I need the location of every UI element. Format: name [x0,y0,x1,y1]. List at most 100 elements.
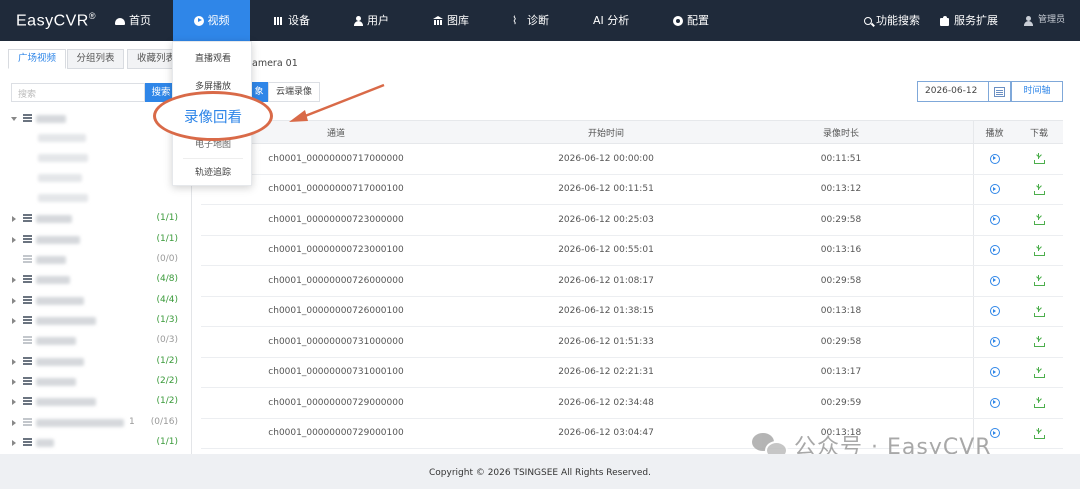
tree-child[interactable] [38,154,88,162]
nav-device[interactable]: 设备 [274,0,310,41]
download-icon[interactable] [1033,244,1045,256]
cell-duration: 00:13:17 [820,367,862,378]
expand-arrow-icon[interactable] [11,117,17,121]
download-icon[interactable] [1033,366,1045,378]
expand-arrow-icon[interactable] [12,420,16,426]
calendar-button[interactable] [989,81,1011,102]
download-icon[interactable] [1033,275,1045,287]
tree-node[interactable]: (1/1) [0,230,180,250]
table-row: ch0001_00000000717000000 2026-06-12 00:00… [201,144,1063,175]
nav-gallery[interactable]: 图库 [433,0,469,41]
download-icon[interactable] [1033,214,1045,226]
play-icon[interactable] [989,245,1000,256]
service-extend[interactable]: 服务扩展 [940,0,998,41]
expand-arrow-icon[interactable] [12,440,16,446]
play-icon[interactable] [989,306,1000,317]
cell-channel: ch0001_00000000731000000 [268,336,404,347]
cell-duration: 00:29:58 [820,214,862,225]
tree-child[interactable] [38,174,82,182]
cell-play [973,327,1015,357]
home-icon [115,16,125,26]
cell-channel: ch0001_00000000717000000 [268,153,404,164]
play-icon[interactable] [989,397,1000,408]
tree-node[interactable]: 1 (0/16) [0,413,180,433]
cell-download [1015,388,1063,418]
expand-arrow-icon[interactable] [12,399,16,405]
cell-play [973,357,1015,387]
tree-node[interactable]: (1/3) [0,311,180,331]
play-icon[interactable] [989,275,1000,286]
admin-menu[interactable]: 管理员 [1024,0,1065,41]
play-icon[interactable] [989,336,1000,347]
tree-child[interactable] [38,194,88,202]
play-icon[interactable] [989,214,1000,225]
cell-duration: 00:13:12 [820,184,862,195]
play-icon[interactable] [989,153,1000,164]
pulse-icon: ⌇ [512,13,518,27]
device-bars-icon [274,16,284,26]
feature-search[interactable]: 功能搜索 [864,0,920,41]
expand-arrow-icon[interactable] [12,216,16,222]
nav-ai[interactable]: AI 分析 [593,0,629,41]
tab-cloud-recording[interactable]: 云端录像 [268,82,320,102]
nav-diagnose[interactable]: ⌇ 诊断 [512,0,549,41]
play-icon[interactable] [989,184,1000,195]
cell-duration: 00:29:59 [820,397,862,408]
nav-home[interactable]: 首页 [115,0,151,41]
expand-arrow-icon[interactable] [12,379,16,385]
cell-start-time: 2026-06-12 01:51:33 [558,336,654,347]
date-picker-input[interactable]: 2026-06-12 [917,81,989,102]
search-icon [864,16,872,25]
cell-download [1015,358,1063,388]
copyright-text: Copyright © 2026 TSINGSEE All Rights Res… [429,468,651,478]
cell-start-time: 2026-06-12 01:08:17 [558,275,654,286]
menu-item-track[interactable]: 轨迹追踪 [173,159,253,188]
cell-play [973,144,1015,174]
cell-channel: ch0001_00000000729000000 [268,397,404,408]
tree-node[interactable]: (1/2) [0,352,180,372]
puzzle-icon [940,15,950,26]
app-logo[interactable]: EasyCVR® [16,11,96,30]
tree-node[interactable]: (1/2) [0,392,180,412]
tree-node[interactable]: (4/4) [0,291,180,311]
expand-arrow-icon[interactable] [12,298,16,304]
play-icon[interactable] [989,367,1000,378]
menu-item-playback-highlight[interactable]: 录像回看 [153,91,273,141]
cell-download [1015,236,1063,266]
table-row: ch0001_00000000731000100 2026-06-12 02:21… [201,357,1063,388]
cell-start-time: 2026-06-12 00:00:00 [558,153,654,164]
cell-duration: 00:13:16 [820,245,862,256]
download-icon[interactable] [1033,305,1045,317]
tree-node[interactable]: (4/8) [0,270,180,290]
table-header: 通道 开始时间 录像时长 播放 下载 [201,120,1063,144]
tree-node[interactable]: (2/2) [0,372,180,392]
tree-node[interactable]: (0/3) [0,331,180,351]
tree-search-input[interactable]: 搜索 [11,83,145,102]
nav-video[interactable]: 视频 [173,0,250,41]
tree-child[interactable] [38,134,86,142]
expand-arrow-icon[interactable] [12,318,16,324]
expand-arrow-icon[interactable] [12,277,16,283]
timeline-button[interactable]: 时间轴 [1011,81,1063,102]
tab-group-list[interactable]: 分组列表 [67,49,124,69]
table-row: ch0001_00000000729000000 2026-06-12 02:34… [201,388,1063,419]
download-icon[interactable] [1033,427,1045,439]
tab-square-video[interactable]: 广场视频 [8,49,66,69]
download-icon[interactable] [1033,153,1045,165]
expand-arrow-icon[interactable] [12,359,16,365]
top-nav: EasyCVR® 首页 视频 设备 用户 图库 ⌇ 诊断 AI 分析 配置 功能… [0,0,1080,41]
download-icon[interactable] [1033,397,1045,409]
tree-node[interactable]: (0/0) [0,250,180,270]
cell-download [1015,175,1063,205]
cell-channel: ch0001_00000000723000000 [268,214,404,225]
table-row: ch0001_00000000726000000 2026-06-12 01:08… [201,266,1063,297]
nav-config[interactable]: 配置 [673,0,709,41]
download-icon[interactable] [1033,183,1045,195]
nav-user[interactable]: 用户 [353,0,389,41]
expand-arrow-icon[interactable] [12,237,16,243]
tree-node[interactable]: (1/1) [0,433,180,453]
menu-item-live[interactable]: 直播观看 [173,45,253,74]
tree-node[interactable]: (1/1) [0,209,180,229]
download-icon[interactable] [1033,336,1045,348]
device-icon [23,275,32,284]
